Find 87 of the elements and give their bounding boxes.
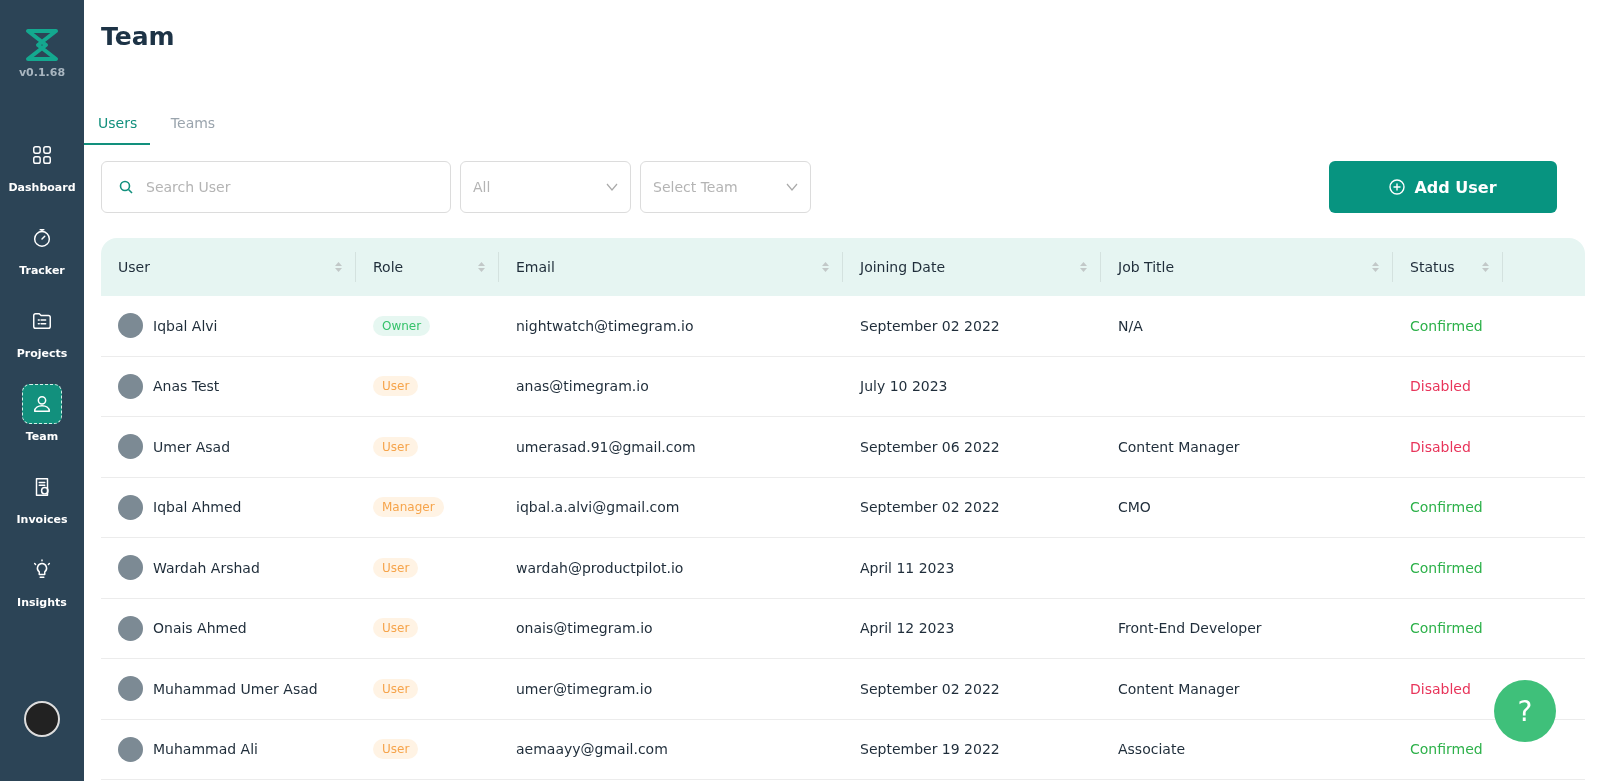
date-cell-text: September 02 2022 (859, 499, 1001, 516)
role-tag: Owner (373, 315, 431, 336)
chevron-down-icon (786, 183, 798, 191)
sort-icon[interactable] (1079, 260, 1088, 274)
job-title-cell-text: Content Manager (1117, 680, 1241, 697)
grid-icon (31, 144, 53, 166)
date-cell-text: April 11 2023 (859, 559, 956, 576)
date-cell-text: July 10 2023 (858, 378, 949, 395)
column-header[interactable]: Job Title (1118, 259, 1175, 275)
sidebar-item[interactable]: Insights (2, 550, 82, 609)
role-tag: User (373, 618, 419, 639)
sidebar-item[interactable]: Invoices (2, 467, 82, 526)
sidebar-item[interactable]: Tracker (2, 218, 82, 277)
job-title-cell-text: N/A (1117, 317, 1144, 334)
column-header[interactable]: Role (373, 259, 404, 275)
plus-circle-icon (1389, 179, 1406, 195)
status-cell-text: Confirmed (1409, 741, 1484, 758)
app-logo-icon (25, 28, 59, 62)
date-cell-text: September 02 2022 (859, 680, 1001, 697)
avatar-placeholder (118, 373, 143, 399)
column-header[interactable]: Status (1410, 259, 1455, 275)
user-name: Anas Test (153, 378, 220, 395)
email-cell-text: onais@timegram.io (515, 620, 654, 637)
job-title-cell-text: Associate (1117, 741, 1186, 758)
avatar-placeholder (118, 615, 143, 641)
role-tag: User (373, 376, 419, 397)
user-icon (31, 393, 53, 415)
user-name: Muhammad Umer Asad (153, 680, 318, 697)
status-cell-text: Disabled (1409, 438, 1472, 455)
role-tag: Manager (373, 497, 444, 518)
sidebar-item[interactable]: Projects (2, 301, 82, 360)
sidebar-item[interactable]: Dashboard (2, 135, 82, 194)
avatar-placeholder (118, 676, 143, 702)
sort-icon[interactable] (1371, 260, 1380, 274)
role-tag: User (373, 436, 419, 457)
email-cell-text: wardah@productpilot.io (515, 559, 685, 576)
sort-icon[interactable] (821, 260, 830, 274)
column-header[interactable]: Joining Date (860, 259, 946, 275)
lightbulb-icon (31, 559, 53, 581)
email-cell-text: umerasad.91@gmail.com (515, 438, 697, 455)
avatar-placeholder (118, 313, 143, 339)
user-name: Wardah Arshad (153, 559, 260, 576)
sidebar-item[interactable]: Team (2, 384, 82, 443)
email-cell-text: anas@timegram.io (515, 378, 650, 395)
user-name: Onais Ahmed (153, 620, 247, 637)
status-cell-text: Confirmed (1409, 559, 1484, 576)
version-label: v0.1.68 (18, 66, 66, 79)
role-tag: User (373, 739, 419, 760)
date-cell-text: September 19 2022 (859, 741, 1001, 758)
user-name: Muhammad Ali (153, 741, 258, 758)
column-header[interactable]: Email (516, 259, 555, 275)
folder-icon (31, 310, 53, 332)
add-user-button[interactable]: Add User (1329, 161, 1557, 213)
stopwatch-icon (31, 227, 53, 249)
status-cell-text: Confirmed (1409, 499, 1484, 516)
date-cell-text: September 06 2022 (859, 438, 1001, 455)
page-title: Team (101, 22, 176, 51)
email-cell-text: umer@timegram.io (515, 680, 654, 697)
avatar-placeholder (118, 494, 143, 520)
column-header[interactable]: User (118, 259, 150, 275)
search-field[interactable]: Search User (101, 161, 451, 213)
status-cell-text: Disabled (1409, 378, 1472, 395)
role-tag: User (373, 678, 419, 699)
user-name: Iqbal Alvi (153, 317, 218, 334)
sort-icon[interactable] (477, 260, 486, 274)
status-cell-text: Confirmed (1409, 620, 1484, 637)
role-tag: User (373, 557, 419, 578)
avatar-placeholder (118, 736, 143, 762)
user-name: Umer Asad (153, 438, 231, 455)
email-cell-text: aemaayy@gmail.com (515, 741, 669, 758)
user-name: Iqbal Ahmed (153, 499, 242, 516)
avatar-placeholder (118, 555, 143, 581)
email-cell-text: nightwatch@timegram.io (515, 317, 695, 334)
sort-icon[interactable] (334, 260, 343, 274)
status-cell-text: Disabled (1409, 680, 1472, 697)
date-cell-text: September 02 2022 (859, 317, 1001, 334)
job-title-cell-text: Front-End Developer (1117, 620, 1263, 637)
avatar-placeholder (118, 434, 143, 460)
email-cell-text: iqbal.a.alvi@gmail.com (515, 499, 681, 516)
date-cell-text: April 12 2023 (859, 620, 956, 637)
avatar-placeholder[interactable] (24, 701, 60, 737)
tab[interactable]: Users (84, 105, 150, 145)
chevron-down-icon (606, 183, 618, 191)
job-title-cell-text: Content Manager (1117, 438, 1241, 455)
sort-icon[interactable] (1481, 260, 1490, 274)
job-title-cell-text: CMO (1117, 499, 1152, 516)
status-cell-text: Confirmed (1409, 317, 1484, 334)
